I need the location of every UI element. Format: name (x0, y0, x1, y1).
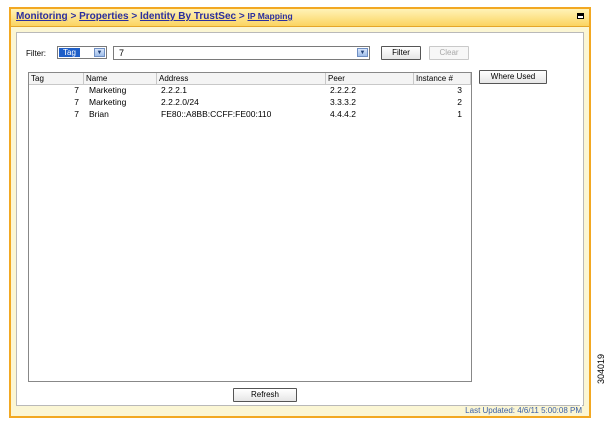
table-row[interactable]: 7 Marketing 2.2.2.0/24 3.3.3.2 2 (29, 97, 471, 108)
breadcrumb-separator: > (131, 11, 138, 22)
cell-instance: 1 (457, 109, 462, 119)
title-bar: Monitoring > Properties > Identity By Tr… (11, 9, 589, 27)
clear-button[interactable]: Clear (429, 46, 469, 60)
cell-tag: 7 (74, 109, 79, 119)
breadcrumb-monitoring[interactable]: Monitoring (16, 11, 68, 22)
ip-mapping-window: Monitoring > Properties > Identity By Tr… (9, 7, 591, 418)
content-panel: Filter: Tag ▼ 7 ▼ Filter Clear Tag Name … (16, 32, 584, 407)
cell-peer: 4.4.4.2 (330, 109, 356, 119)
cell-name: Marketing (89, 85, 127, 95)
breadcrumb-separator: > (238, 11, 245, 22)
breadcrumb-ip-mapping[interactable]: IP Mapping (247, 11, 292, 21)
column-header-name[interactable]: Name (84, 73, 157, 84)
cell-name: Brian (89, 109, 109, 119)
column-header-tag[interactable]: Tag (29, 73, 84, 84)
breadcrumb-separator: > (70, 11, 77, 22)
cell-instance: 3 (457, 85, 462, 95)
cell-tag: 7 (74, 97, 79, 107)
cell-tag: 7 (74, 85, 79, 95)
cell-address: 2.2.2.1 (161, 85, 187, 95)
filter-field-value: Tag (59, 48, 80, 57)
filter-value-combobox[interactable]: 7 ▼ (113, 46, 370, 60)
table-row[interactable]: 7 Brian FE80::A8BB:CCFF:FE00:110 4.4.4.2… (29, 109, 471, 120)
chevron-down-icon[interactable]: ▼ (94, 48, 105, 57)
last-updated-status: Last Updated: 4/6/11 5:00:08 PM (465, 406, 582, 415)
cell-address: FE80::A8BB:CCFF:FE00:110 (161, 109, 272, 119)
filter-label: Filter: (26, 49, 46, 58)
ip-mapping-table: Tag Name Address Peer Instance # 7 Marke… (28, 72, 472, 382)
filter-field-select[interactable]: Tag ▼ (57, 46, 107, 59)
table-row[interactable]: 7 Marketing 2.2.2.1 2.2.2.2 3 (29, 85, 471, 96)
column-header-address[interactable]: Address (157, 73, 326, 84)
chevron-down-icon[interactable]: ▼ (357, 48, 368, 57)
restore-window-icon[interactable] (577, 13, 584, 19)
breadcrumb-properties[interactable]: Properties (79, 11, 128, 22)
where-used-button[interactable]: Where Used (479, 70, 547, 84)
figure-id: 304019 (596, 353, 606, 384)
breadcrumb: Monitoring > Properties > Identity By Tr… (16, 11, 293, 22)
column-header-peer[interactable]: Peer (326, 73, 414, 84)
cell-instance: 2 (457, 97, 462, 107)
cell-name: Marketing (89, 97, 127, 107)
refresh-button[interactable]: Refresh (233, 388, 297, 402)
table-header: Tag Name Address Peer Instance # (29, 73, 471, 85)
filter-button[interactable]: Filter (381, 46, 421, 60)
filter-value-text: 7 (119, 48, 125, 58)
cell-address: 2.2.2.0/24 (161, 97, 199, 107)
column-header-instance[interactable]: Instance # (414, 73, 471, 84)
cell-peer: 3.3.3.2 (330, 97, 356, 107)
breadcrumb-identity-by-trustsec[interactable]: Identity By TrustSec (140, 11, 236, 22)
cell-peer: 2.2.2.2 (330, 85, 356, 95)
